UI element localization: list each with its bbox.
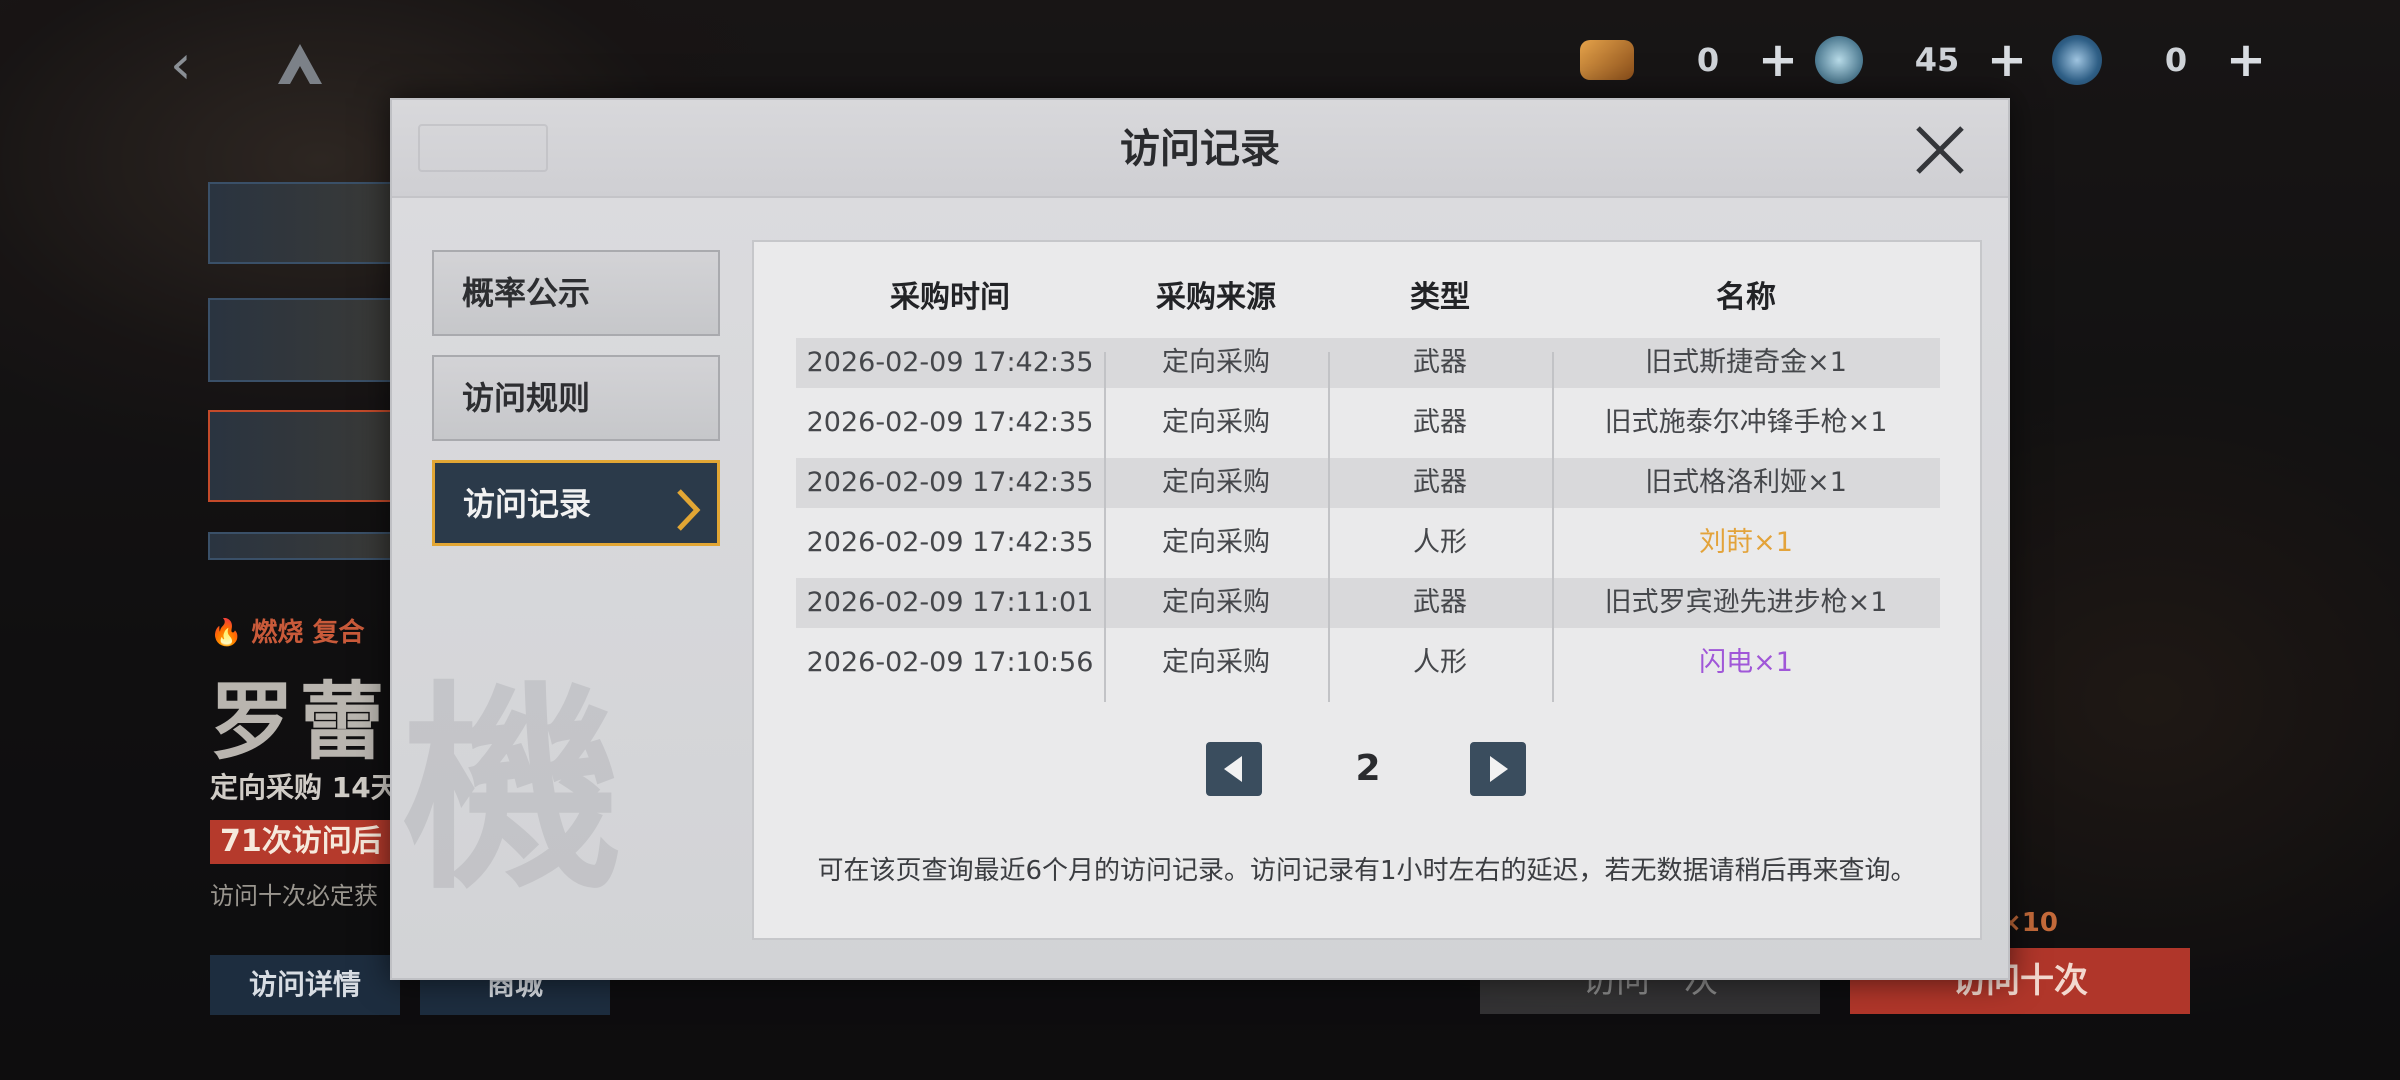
add-currency-button[interactable]: + <box>1756 36 1800 84</box>
currency-value: 45 <box>1914 41 1960 79</box>
pity-counter-label: 71次访问后 <box>210 820 410 864</box>
banner-thumbnail[interactable] <box>208 298 408 382</box>
currency-value: 0 <box>2164 41 2188 79</box>
game-screen: 🔥 燃烧 复合 罗蕾 定向采购 14天 71次访问后 访问十次必定获 访问详情 … <box>0 0 2400 1080</box>
records-table: 采购时间 采购来源 类型 名称 2026-02-09 17:42:35 定向采购武… <box>796 260 1940 702</box>
ticket-icon <box>1580 40 1634 80</box>
column-divider <box>1104 352 1106 702</box>
cell-name: 旧式施泰尔冲锋手枪×1 <box>1604 407 1888 438</box>
currency-crystal: 45 + <box>1815 36 2029 84</box>
cell-source: 定向采购 <box>1162 467 1270 498</box>
table-row: 2026-02-09 17:10:56 定向采购 人形 闪电×1 <box>796 638 1940 688</box>
dialog-title: 访问记录 <box>1120 126 1280 172</box>
header-name: 名称 <box>1716 280 1776 315</box>
header-source: 采购来源 <box>1156 280 1276 315</box>
table-row: 2026-02-09 17:42:35 定向采购 人形 刘莳×1 <box>796 518 1940 568</box>
next-page-button[interactable] <box>1470 742 1526 796</box>
banner-title: 罗蕾 <box>210 673 391 771</box>
cell-type: 人形 <box>1413 527 1467 558</box>
coin-icon <box>2052 35 2102 85</box>
table-row: 2026-02-09 17:11:01 定向采购 武器 旧式罗宾逊先进步枪×1 <box>796 578 1940 628</box>
cell-name: 旧式斯捷奇金×1 <box>1645 347 1847 378</box>
banner-thumbnail[interactable] <box>208 182 408 264</box>
add-currency-button[interactable]: + <box>1985 36 2029 84</box>
pagination: 2 <box>754 742 1980 802</box>
table-header: 采购时间 采购来源 类型 名称 <box>796 260 1940 328</box>
cell-type: 武器 <box>1413 347 1467 378</box>
banner-thumbnail[interactable] <box>208 532 408 560</box>
home-icon[interactable] <box>272 40 328 90</box>
cell-type: 武器 <box>1413 407 1467 438</box>
column-divider <box>1328 352 1330 702</box>
cell-source: 定向采购 <box>1162 407 1270 438</box>
cell-name: 刘莳×1 <box>1699 527 1793 558</box>
cell-type: 武器 <box>1413 587 1467 618</box>
table-row: 2026-02-09 17:42:35 定向采购 武器 旧式格洛利娅×1 <box>796 458 1940 508</box>
tab-records[interactable]: 访问记录 <box>432 460 720 546</box>
current-page-number: 2 <box>1355 748 1381 789</box>
close-icon[interactable] <box>1910 120 1970 180</box>
cell-source: 定向采购 <box>1162 527 1270 558</box>
banner-thumbnail-selected[interactable] <box>208 410 408 502</box>
header-time: 采购时间 <box>890 280 1010 315</box>
visit-record-dialog: 访问记录 機 概率公示 访问规则 访问记录 采购时间 采购来源 类型 名称 20… <box>390 98 2010 980</box>
back-arrow-icon[interactable]: ‹ <box>170 38 220 92</box>
guarantee-label: 访问十次必定获 <box>210 882 378 910</box>
cell-source: 定向采购 <box>1162 347 1270 378</box>
cell-time: 2026-02-09 17:11:01 <box>806 587 1094 618</box>
dialog-header: 访问记录 <box>392 100 2008 198</box>
triangle-left-icon <box>1224 756 1242 782</box>
table-row: 2026-02-09 17:42:35 定向采购 武器 旧式斯捷奇金×1 <box>796 338 1940 388</box>
currency-coin: 0 + <box>2052 35 2268 85</box>
tab-label: 访问规则 <box>462 379 591 417</box>
banner-subtitle: 定向采购 14天 <box>210 771 399 804</box>
cell-time: 2026-02-09 17:42:35 <box>806 347 1094 378</box>
tab-label: 访问记录 <box>463 485 592 523</box>
add-currency-button[interactable]: + <box>2224 36 2268 84</box>
records-note: 可在该页查询最近6个月的访问记录。访问记录有1小时左右的延迟，若无数据请稍后再来… <box>817 856 1917 886</box>
cell-time: 2026-02-09 17:42:35 <box>806 467 1094 498</box>
crystal-icon <box>1815 36 1863 84</box>
cell-type: 武器 <box>1413 467 1467 498</box>
cell-time: 2026-02-09 17:42:35 <box>806 527 1094 558</box>
cell-source: 定向采购 <box>1162 647 1270 678</box>
header-type: 类型 <box>1410 280 1470 315</box>
cell-name: 闪电×1 <box>1699 647 1793 678</box>
table-row: 2026-02-09 17:42:35 定向采购 武器 旧式施泰尔冲锋手枪×1 <box>796 398 1940 448</box>
currency-value: 0 <box>1696 41 1720 79</box>
cell-time: 2026-02-09 17:42:35 <box>806 407 1094 438</box>
triangle-right-icon <box>1490 756 1508 782</box>
records-panel: 采购时间 采购来源 类型 名称 2026-02-09 17:42:35 定向采购武… <box>752 240 1982 940</box>
cell-time: 2026-02-09 17:10:56 <box>806 647 1094 678</box>
visit-detail-button[interactable]: 访问详情 <box>210 955 400 1015</box>
cell-name: 旧式格洛利娅×1 <box>1645 467 1847 498</box>
cell-source: 定向采购 <box>1162 587 1270 618</box>
cell-name: 旧式罗宾逊先进步枪×1 <box>1604 587 1888 618</box>
currency-ticket: 0 + <box>1580 36 1800 84</box>
tab-rules[interactable]: 访问规则 <box>432 355 720 441</box>
column-divider <box>1552 352 1554 702</box>
tab-probability[interactable]: 概率公示 <box>432 250 720 336</box>
chevron-right-icon <box>673 481 703 531</box>
watermark-glyph: 機 <box>402 660 623 919</box>
banner-tag: 🔥 燃烧 复合 <box>210 618 365 648</box>
tab-label: 概率公示 <box>462 274 591 312</box>
cell-type: 人形 <box>1413 647 1467 678</box>
prev-page-button[interactable] <box>1206 742 1262 796</box>
